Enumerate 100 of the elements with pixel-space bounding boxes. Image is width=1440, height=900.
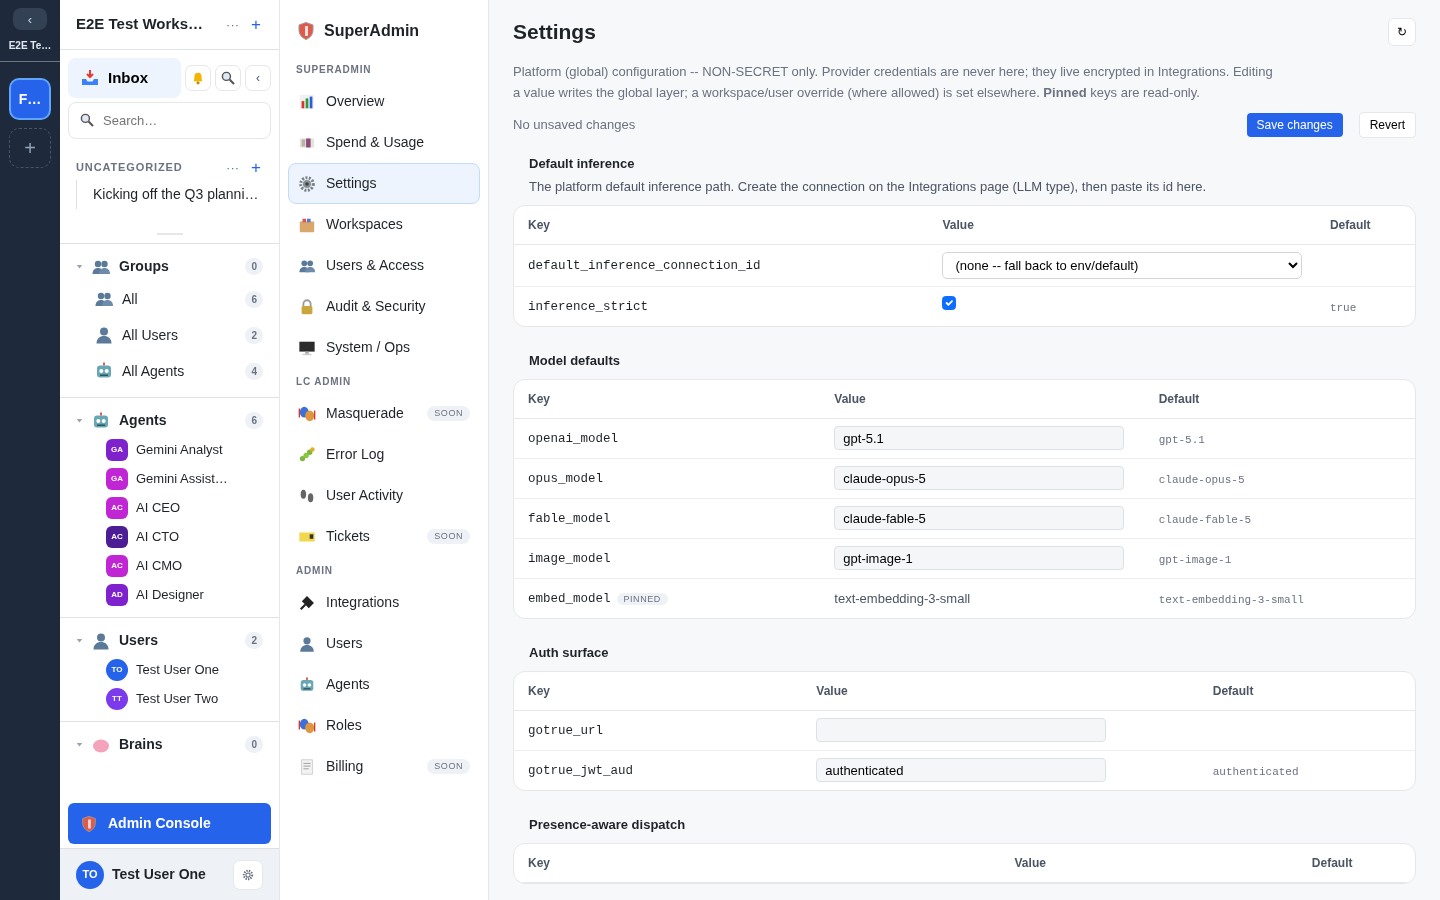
caret-icon[interactable] bbox=[76, 263, 83, 270]
collapse-button[interactable]: ‹ bbox=[13, 8, 47, 30]
member-item[interactable]: Gemini Assist… bbox=[136, 468, 228, 489]
nav-item[interactable]: System / Ops bbox=[288, 327, 480, 368]
avatar: AD bbox=[106, 583, 128, 606]
admin-console-button[interactable]: Admin Console bbox=[68, 803, 271, 844]
section-title: Agents bbox=[119, 411, 168, 430]
column-header: Value bbox=[802, 671, 1199, 711]
person-icon bbox=[94, 325, 114, 345]
avatar: TO bbox=[76, 860, 104, 889]
nav-section-title: LC ADMIN bbox=[295, 375, 352, 389]
count-badge: 4 bbox=[245, 362, 263, 380]
column-header: Key bbox=[514, 671, 803, 711]
member-item[interactable]: Test User Two bbox=[136, 688, 219, 709]
refresh-button[interactable]: ↻ bbox=[1388, 18, 1416, 46]
page-title: Settings bbox=[513, 19, 596, 45]
search-button[interactable] bbox=[215, 65, 241, 91]
group-item[interactable]: All Agents bbox=[122, 360, 238, 382]
shield-icon bbox=[296, 21, 316, 41]
value-field[interactable]: claude-opus-5 bbox=[834, 466, 1125, 491]
description: Platform (global) configuration -- NON-SECRET only. Provider credentials are never here; they live encrypted in Integrations. Editing a value writes the global layer; a workspace/user override (where allowed) is set elsewhere. Pinned keys are read-only. bbox=[513, 63, 1274, 102]
value-field[interactable] bbox=[816, 718, 1107, 743]
column-header: Key bbox=[514, 379, 821, 419]
nav-item[interactable]: User Activity bbox=[288, 475, 480, 516]
value-field[interactable]: claude-fable-5 bbox=[834, 506, 1125, 531]
value-checkbox[interactable] bbox=[942, 295, 957, 310]
gear-icon bbox=[298, 174, 316, 193]
add-workspace-button[interactable]: + bbox=[9, 128, 51, 168]
setting-key: gotrue_url bbox=[528, 724, 603, 739]
revert-button[interactable]: Revert bbox=[1358, 111, 1416, 138]
add-button[interactable]: + bbox=[249, 16, 263, 33]
group-item[interactable]: All bbox=[122, 288, 238, 310]
setting-key: gotrue_jwt_aud bbox=[528, 764, 634, 779]
search-icon bbox=[79, 112, 95, 128]
collapse-button[interactable]: ‹ bbox=[245, 65, 271, 91]
column-header: Default bbox=[1144, 379, 1415, 419]
nav-item[interactable]: Integrations bbox=[288, 582, 480, 623]
robot-icon bbox=[298, 675, 316, 694]
user-name: Test User One bbox=[112, 865, 207, 884]
nav-item[interactable]: Overview bbox=[288, 81, 480, 122]
setting-key: openai_model bbox=[528, 432, 618, 447]
masks-icon bbox=[298, 716, 316, 735]
caret-icon[interactable] bbox=[76, 637, 83, 644]
robot-icon bbox=[94, 361, 114, 381]
value-field[interactable]: authenticated bbox=[816, 758, 1107, 783]
avatar: TO bbox=[106, 658, 128, 681]
status-badge: SOON bbox=[427, 528, 470, 545]
avatar: TT bbox=[106, 687, 128, 710]
nav-item[interactable]: Workspaces bbox=[288, 204, 480, 245]
workspace-button[interactable]: F… bbox=[9, 78, 51, 120]
default-value: authenticated bbox=[1212, 765, 1299, 778]
nav-section-title: ADMIN bbox=[295, 564, 334, 578]
section-title: Brains bbox=[119, 735, 164, 754]
member-item[interactable]: Test User One bbox=[136, 659, 220, 680]
caterpillar-icon bbox=[298, 445, 316, 464]
nav-section-title: SUPERADMIN bbox=[295, 63, 373, 77]
column-header: Default bbox=[1315, 205, 1415, 245]
nav-item[interactable]: Audit & Security bbox=[288, 286, 480, 327]
member-item[interactable]: Gemini Analyst bbox=[136, 439, 223, 460]
setting-key: opus_model bbox=[528, 472, 603, 487]
conversation-item[interactable]: Kicking off the Q3 planni… bbox=[76, 180, 279, 209]
value-dropdown[interactable]: (none -- fall back to env/default) bbox=[942, 251, 1303, 279]
nav-item[interactable]: Agents bbox=[288, 664, 480, 705]
member-item[interactable]: AI Designer bbox=[136, 584, 204, 605]
group-item[interactable]: All Users bbox=[122, 324, 238, 346]
settings-icon bbox=[241, 867, 255, 882]
nav-item[interactable]: Users & Access bbox=[288, 245, 480, 286]
search-field[interactable]: Search… bbox=[68, 102, 271, 139]
nav-item[interactable]: Users bbox=[288, 623, 480, 664]
column-header: Value bbox=[1000, 843, 1298, 883]
inbox-button[interactable]: Inbox bbox=[68, 58, 181, 98]
member-item[interactable]: AI CTO bbox=[136, 526, 180, 547]
inbox-icon bbox=[80, 68, 100, 88]
column-header: Default bbox=[1297, 843, 1415, 883]
caret-icon[interactable] bbox=[76, 417, 83, 424]
nav-item[interactable]: Roles bbox=[288, 705, 480, 746]
column-header: Value bbox=[820, 379, 1145, 419]
default-value: claude-opus-5 bbox=[1158, 473, 1245, 486]
nav-item[interactable]: Tickets SOON bbox=[288, 516, 480, 557]
save-button[interactable]: Save changes bbox=[1246, 112, 1343, 137]
value-field[interactable]: gpt-5.1 bbox=[834, 426, 1125, 451]
nav-item[interactable]: Settings bbox=[288, 163, 480, 204]
nav-item[interactable]: Spend & Usage bbox=[288, 122, 480, 163]
settings-button[interactable] bbox=[233, 859, 263, 890]
member-item[interactable]: AI CEO bbox=[136, 497, 181, 518]
more-button[interactable]: ··· bbox=[224, 18, 242, 31]
default-value: text-embedding-3-small bbox=[1158, 593, 1304, 606]
setting-key: inference_strict bbox=[528, 300, 649, 315]
nav-item[interactable]: Error Log bbox=[288, 434, 480, 475]
caret-icon[interactable] bbox=[76, 741, 83, 748]
nav-item[interactable]: Masquerade SOON bbox=[288, 393, 480, 434]
masks-icon bbox=[298, 404, 316, 423]
value-field[interactable]: gpt-image-1 bbox=[834, 546, 1125, 571]
nav-item[interactable]: Billing SOON bbox=[288, 746, 480, 787]
add-button[interactable]: + bbox=[249, 159, 263, 176]
count-badge: 6 bbox=[245, 412, 263, 429]
member-item[interactable]: AI CMO bbox=[136, 555, 183, 576]
more-button[interactable]: ··· bbox=[224, 161, 242, 174]
column-header: Key bbox=[514, 205, 929, 245]
setting-key: image_model bbox=[528, 552, 611, 567]
